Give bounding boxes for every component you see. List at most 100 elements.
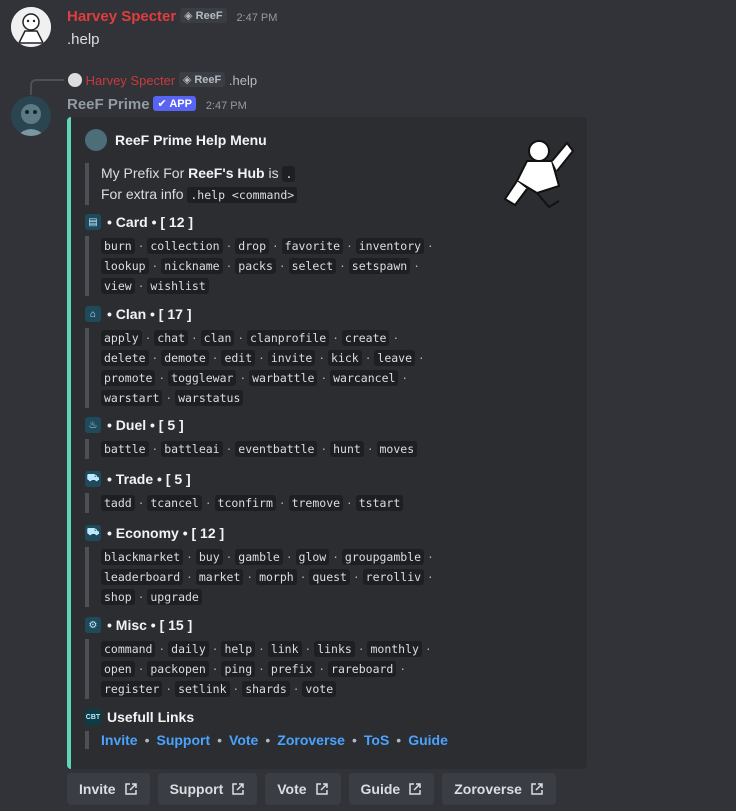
separator-dot: · bbox=[226, 548, 232, 564]
external-link-icon bbox=[315, 783, 328, 795]
app-badge-label: APP bbox=[169, 98, 192, 110]
link-invite[interactable]: Invite bbox=[101, 732, 138, 748]
command-chip: packopen bbox=[147, 661, 209, 677]
card-icon: ▤ bbox=[85, 214, 101, 230]
command-chip: leave bbox=[374, 350, 416, 366]
separator-dot: · bbox=[419, 349, 424, 365]
message-text: .help bbox=[67, 31, 100, 48]
section-title: • Trade • [ 5 ] bbox=[107, 471, 191, 487]
separator-dot: · bbox=[212, 640, 218, 656]
separator-dot: · bbox=[321, 440, 327, 456]
message-timestamp: 2:47 PM bbox=[236, 12, 278, 24]
separator-dot: · bbox=[365, 349, 371, 365]
invite-button[interactable]: Invite bbox=[67, 773, 150, 805]
embed-thumbnail[interactable] bbox=[497, 131, 577, 211]
guild-tag-label: ReeF bbox=[195, 10, 223, 22]
command-chip: moves bbox=[376, 441, 418, 457]
command-chip: prefix bbox=[267, 661, 316, 677]
external-link-icon bbox=[531, 783, 543, 795]
command-chip: leaderboard bbox=[101, 569, 184, 585]
command-chip: vote bbox=[302, 681, 337, 697]
command-chip: battle bbox=[101, 441, 149, 457]
separator-dot: · bbox=[333, 329, 338, 345]
command-chip: gamble bbox=[235, 549, 283, 565]
link-zoroverse[interactable]: Zoroverse bbox=[277, 732, 345, 748]
separator-dot: • bbox=[396, 732, 402, 748]
command-chip: inventory bbox=[355, 238, 425, 254]
app-badge: ✔ APP bbox=[153, 96, 196, 111]
section-header-misc: ⚙ • Misc • [ 15 ] bbox=[85, 617, 192, 633]
separator-dot: · bbox=[279, 494, 285, 510]
link-support[interactable]: Support bbox=[156, 732, 210, 748]
command-chip: command bbox=[101, 641, 156, 657]
separator-dot: · bbox=[166, 389, 172, 405]
support-button[interactable]: Support bbox=[157, 773, 258, 805]
section-header-duel: ♨ • Duel • [ 5 ] bbox=[85, 417, 184, 433]
bot-author[interactable]: ReeF Prime bbox=[67, 96, 150, 113]
separator-dot: · bbox=[347, 237, 352, 253]
command-chip: favorite bbox=[281, 238, 344, 254]
command-chip: kick bbox=[328, 350, 362, 366]
separator-dot: · bbox=[159, 640, 165, 656]
separator-dot: · bbox=[138, 494, 144, 510]
links-title: Usefull Links bbox=[107, 709, 195, 725]
guild-tag[interactable]: ◈ ReeF bbox=[180, 8, 227, 23]
section-commands-misc: command · daily · help · link · links · monthly · op… bbox=[85, 639, 435, 699]
command-chip: daily bbox=[168, 641, 209, 657]
command-chip: burn bbox=[101, 238, 135, 254]
separator-dot: • bbox=[217, 732, 223, 748]
section-header-economy: ⛟ • Economy • [ 12 ] bbox=[85, 525, 224, 541]
separator-dot: · bbox=[259, 640, 264, 656]
command-chip: warcancel bbox=[330, 370, 399, 386]
extra-info-text: For extra info bbox=[101, 186, 188, 202]
separator-dot: · bbox=[414, 257, 419, 273]
separator-dot: · bbox=[279, 257, 285, 273]
section-commands-duel: battle · battleai · eventbattle · hunt · moves bbox=[85, 439, 418, 459]
user-avatar[interactable] bbox=[11, 7, 51, 47]
separator-dot: · bbox=[226, 257, 232, 273]
separator-dot: • bbox=[144, 732, 150, 748]
separator-dot: · bbox=[152, 349, 158, 365]
command-chip: warbattle bbox=[249, 370, 318, 386]
separator-dot: · bbox=[425, 640, 431, 656]
separator-dot: · bbox=[273, 237, 278, 253]
command-chip: blackmarket bbox=[101, 549, 184, 565]
link-guide[interactable]: Guide bbox=[408, 732, 448, 748]
zoroverse-button[interactable]: Zoroverse bbox=[442, 773, 556, 805]
command-chip: open bbox=[101, 661, 135, 677]
command-chip: tstart bbox=[355, 495, 404, 511]
separator-dot: · bbox=[192, 329, 197, 345]
separator-dot: · bbox=[300, 568, 306, 584]
extra-info-code: .help <command> bbox=[187, 187, 298, 203]
command-chip: invite bbox=[267, 350, 316, 366]
separator-dot: · bbox=[428, 568, 433, 584]
command-chip: tcancel bbox=[147, 495, 202, 511]
bot-avatar[interactable] bbox=[11, 96, 51, 136]
link-vote[interactable]: Vote bbox=[229, 732, 258, 748]
separator-dot: · bbox=[226, 237, 232, 253]
separator-dot: • bbox=[351, 732, 357, 748]
reply-connector bbox=[30, 79, 64, 95]
vote-button[interactable]: Vote bbox=[265, 773, 341, 805]
separator-dot: · bbox=[187, 568, 192, 584]
separator-dot: · bbox=[247, 568, 253, 584]
command-chip: drop bbox=[235, 238, 269, 254]
separator-dot: · bbox=[333, 548, 338, 564]
bot-timestamp: 2:47 PM bbox=[205, 100, 247, 112]
separator-dot: · bbox=[159, 369, 165, 385]
separator-dot: · bbox=[138, 588, 144, 604]
separator-dot: · bbox=[319, 660, 325, 676]
link-buttons: Invite Support Vote Guide Zoroverse bbox=[67, 773, 556, 805]
button-label: Vote bbox=[277, 781, 307, 797]
command-chip: links bbox=[314, 641, 355, 657]
command-chip: apply bbox=[101, 330, 142, 346]
separator-dot: · bbox=[305, 640, 311, 656]
message-author[interactable]: Harvey Specter bbox=[67, 8, 176, 25]
reply-author[interactable]: Harvey Specter bbox=[86, 73, 176, 88]
link-tos[interactable]: ToS bbox=[364, 732, 389, 748]
section-title: • Duel • [ 5 ] bbox=[107, 417, 184, 433]
guide-button[interactable]: Guide bbox=[348, 773, 435, 805]
command-chip: quest bbox=[309, 569, 350, 585]
embed-title: ReeF Prime Help Menu bbox=[115, 132, 267, 148]
separator-dot: · bbox=[152, 257, 158, 273]
